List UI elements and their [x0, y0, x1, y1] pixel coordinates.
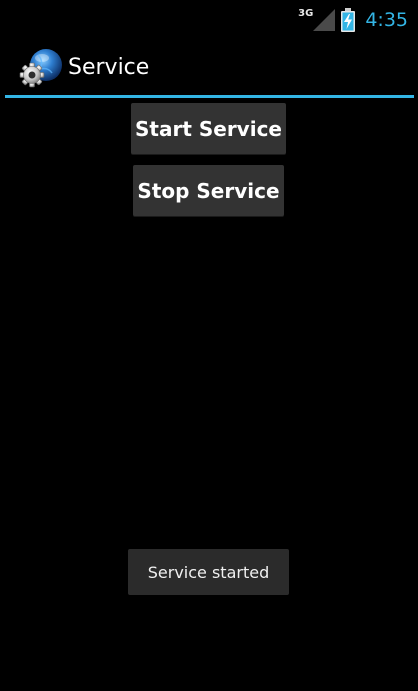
status-bar: 3G 4:35 — [0, 0, 418, 38]
action-bar: Service — [0, 38, 418, 96]
battery-charging-icon — [341, 8, 356, 32]
signal-icon — [313, 9, 336, 31]
status-indicators: 3G 4:35 — [298, 6, 408, 34]
app-title: Service — [68, 55, 150, 80]
toast-text: Service started — [147, 562, 270, 582]
stop-service-button[interactable]: Stop Service — [133, 165, 284, 216]
action-bar-divider — [5, 95, 414, 98]
toast-message: Service started — [128, 549, 289, 595]
network-type-label: 3G — [298, 7, 314, 19]
service-gear-globe-icon[interactable] — [18, 47, 64, 89]
start-service-button[interactable]: Start Service — [131, 103, 286, 154]
clock: 4:35 — [365, 9, 408, 31]
